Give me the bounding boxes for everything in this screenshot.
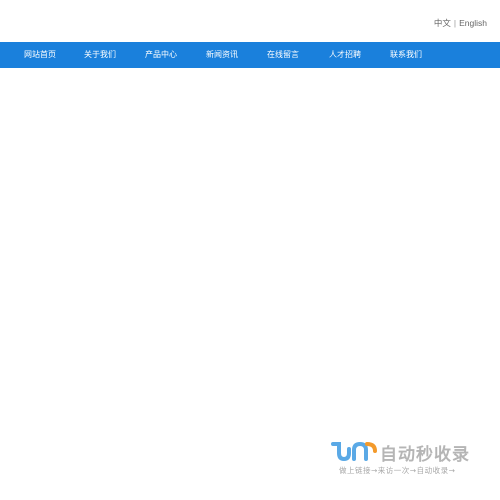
nav-item-contact[interactable]: 联系我们 (390, 42, 422, 68)
nav-item-home[interactable]: 网站首页 (24, 42, 56, 68)
nav-item-message[interactable]: 在线留言 (267, 42, 299, 68)
watermark-title: 自动秒收录 (380, 445, 470, 465)
top-bar: 中文 | English (0, 0, 500, 42)
lang-english-link[interactable]: English (459, 18, 487, 28)
nav-item-jobs[interactable]: 人才招聘 (329, 42, 361, 68)
nav-item-products[interactable]: 产品中心 (145, 42, 177, 68)
main-content-area (0, 68, 500, 500)
lang-chinese-link[interactable]: 中文 (434, 18, 451, 28)
watermark-logo-icon (331, 441, 377, 462)
watermark: 自动秒收录 做上链接→来访一次→自动收录→ (330, 440, 482, 476)
nav-item-news[interactable]: 新闻资讯 (206, 42, 238, 68)
main-navigation: 网站首页 关于我们 产品中心 新闻资讯 在线留言 人才招聘 联系我们 (0, 42, 500, 68)
nav-item-about[interactable]: 关于我们 (84, 42, 116, 68)
lang-separator: | (453, 18, 457, 28)
watermark-subtitle: 做上链接→来访一次→自动收录→ (339, 466, 456, 475)
language-switcher: 中文 | English (434, 17, 487, 29)
